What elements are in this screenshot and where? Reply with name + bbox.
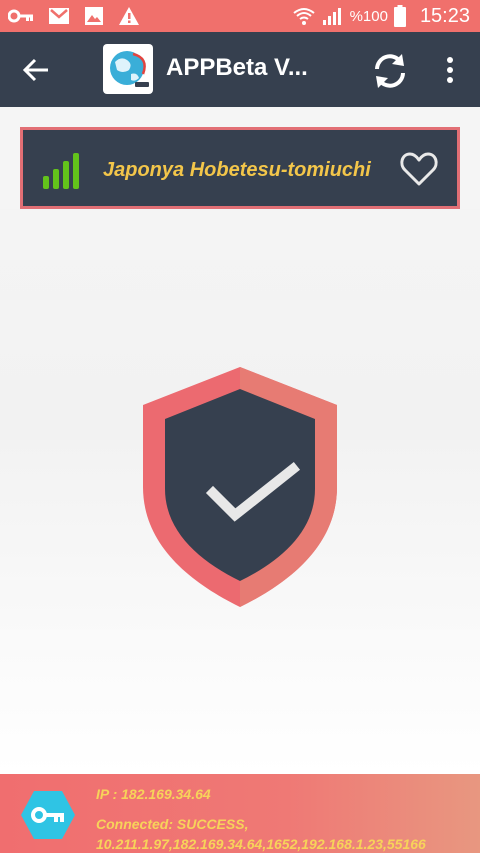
wifi-icon (292, 8, 315, 25)
app-bar: APPBeta V... (0, 32, 480, 107)
app-logo (103, 44, 153, 94)
signal-bars-icon (43, 153, 79, 189)
signal-icon (322, 8, 341, 25)
status-right-area: %100 15:23 (292, 4, 470, 28)
app-title: APPBeta V... (166, 54, 308, 81)
status-left-icons (8, 4, 140, 28)
key-icon (8, 9, 33, 23)
status-bar: %100 15:23 (0, 0, 480, 32)
battery-icon (393, 5, 406, 27)
gmail-icon (49, 8, 69, 24)
more-vert-icon[interactable] (440, 52, 460, 88)
battery-percent: %100 (349, 7, 388, 25)
warning-icon (119, 7, 139, 25)
refresh-icon[interactable] (369, 50, 411, 92)
image-icon (85, 7, 103, 25)
globe-logo-icon (110, 51, 149, 87)
heart-outline-icon[interactable] (399, 150, 439, 188)
connection-status-text: Connected: SUCCESS, (96, 816, 249, 832)
shield-check-icon[interactable] (143, 367, 337, 607)
connection-details-text: 10.211.1.97,182.169.34.64,1652,192.168.1… (96, 836, 426, 852)
ip-address-text: IP : 182.169.34.64 (96, 786, 211, 802)
connection-footer: IP : 182.169.34.64 Connected: SUCCESS, 1… (0, 774, 480, 853)
key-icon (21, 791, 75, 839)
server-name: Japonya Hobetesu-tomiuchi (103, 159, 371, 181)
status-time: 15:23 (419, 4, 470, 27)
back-arrow-icon[interactable] (18, 52, 54, 88)
server-selector[interactable]: Japonya Hobetesu-tomiuchi (20, 127, 460, 209)
